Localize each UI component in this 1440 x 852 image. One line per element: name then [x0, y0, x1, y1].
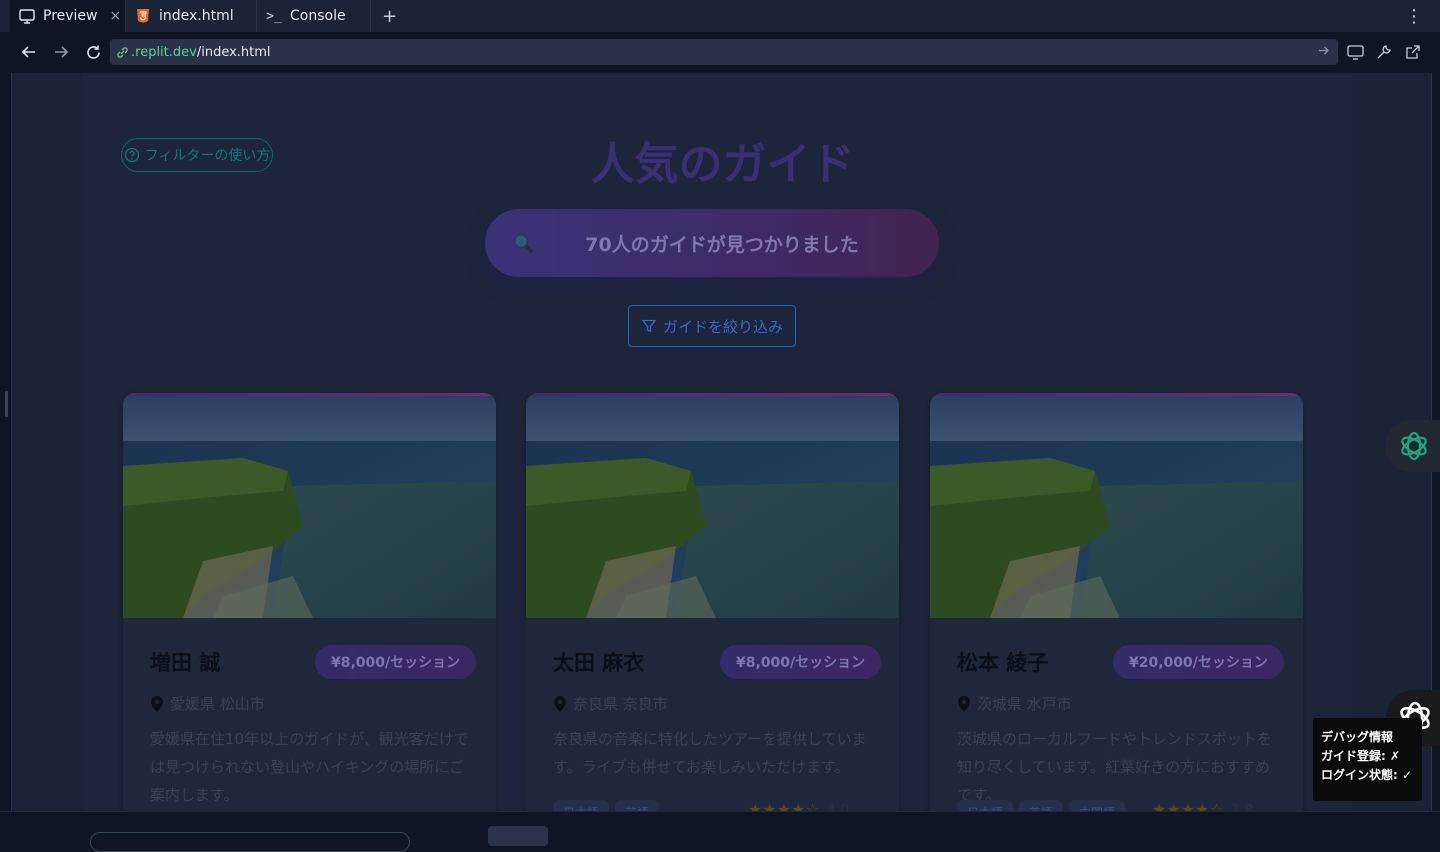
reload-icon[interactable]: [82, 41, 104, 63]
url-bar: .replit.dev /index.html: [0, 32, 1440, 73]
tab-index-html[interactable]: index.html: [126, 0, 256, 32]
funnel-icon: [641, 318, 657, 334]
terminal-icon: >_: [266, 8, 282, 24]
open-external-icon[interactable]: [1402, 41, 1424, 63]
guide-card[interactable]: 松本 綾子 ¥20,000/セッション 茨城県 水戸市 茨城県のローカルフードや…: [930, 393, 1303, 811]
back-icon[interactable]: [18, 41, 40, 63]
add-tab-button[interactable]: +: [382, 0, 402, 32]
rating-value: 3.8: [1229, 800, 1254, 812]
location-label: 茨城県 水戸市: [977, 695, 1072, 713]
tab-label: index.html: [159, 8, 234, 24]
coastal-cliff-photo: [930, 396, 1303, 618]
language-tags: 日本語 英語: [553, 800, 660, 811]
language-tag: 日本語: [553, 800, 610, 811]
devtools-wrench-icon[interactable]: [1373, 41, 1395, 63]
resize-handle[interactable]: [5, 391, 8, 417]
price-badge: ¥8,000/セッション: [315, 645, 477, 679]
search-results-banner: 70人のガイドが見つかりました: [485, 209, 939, 277]
language-tag: 英語: [1019, 800, 1064, 811]
debug-login-status: ログイン状態: ✓: [1321, 768, 1413, 782]
url-path: /index.html: [196, 44, 271, 60]
coastal-cliff-photo: [526, 396, 899, 618]
rating: ★★★★☆ 3.8: [1152, 800, 1254, 811]
preview-viewport: フィルターの使い方 人気のガイド 70人のガイドが見つかりました ガイドを絞り込…: [11, 73, 1432, 811]
url-field[interactable]: .replit.dev /index.html: [110, 39, 1338, 65]
star-rating: ★★★★☆: [1152, 800, 1224, 811]
location-label: 奈良県 奈良市: [573, 695, 668, 713]
tab-label: Console: [290, 8, 346, 24]
rating: ★★★★☆ 4.0: [748, 800, 850, 811]
guide-location: 奈良県 奈良市: [553, 693, 668, 714]
debug-panel: デバッグ情報 ガイド登録: ✗ ログイン状態: ✓: [1313, 718, 1422, 801]
coastal-cliff-photo: [123, 396, 496, 618]
guide-location: 茨城県 水戸市: [957, 693, 1072, 714]
filter-guides-button[interactable]: ガイドを絞り込み: [628, 305, 796, 347]
map-pin-icon: [150, 695, 164, 713]
link-icon: [116, 46, 129, 59]
forward-icon[interactable]: [50, 41, 72, 63]
magnifier-icon: [511, 231, 535, 259]
guide-description: 茨城県のローカルフードやトレンドスポットを知り尽くしています。紅葉好きの方におす…: [957, 730, 1273, 804]
openai-logo-icon: [1397, 429, 1431, 463]
close-icon[interactable]: ×: [110, 8, 122, 24]
bottom-bar: [0, 811, 1440, 852]
tab-label: Preview: [43, 8, 98, 24]
star-rating: ★★★★☆: [748, 800, 820, 811]
guide-name: 太田 麻衣: [553, 651, 645, 675]
guide-description: 奈良県の音楽に特化したツアーを提供しています。ライブも併せてお楽しみいただけます…: [553, 730, 867, 776]
tab-divider: [370, 0, 371, 32]
left-pane-edge: [0, 73, 11, 811]
language-tag: 日本語: [957, 800, 1014, 811]
guide-name: 増田 誠: [150, 651, 221, 675]
debug-guide-registration: ガイド登録: ✗: [1321, 749, 1401, 763]
map-pin-icon: [957, 695, 971, 713]
location-label: 愛媛県 松山市: [170, 695, 265, 713]
guide-name: 松本 綾子: [957, 651, 1049, 675]
results-count-text: 70人のガイドが見つかりました: [585, 233, 859, 256]
tab-bar: Preview × index.html >_ Console + ⋮: [0, 0, 1440, 32]
tab-menu-icon[interactable]: ⋮: [1405, 0, 1423, 32]
devices-icon[interactable]: [1344, 41, 1366, 63]
html5-icon: [134, 7, 152, 25]
bottom-input-pill[interactable]: [90, 832, 410, 852]
guide-card[interactable]: 太田 麻衣 ¥8,000/セッション 奈良県 奈良市 奈良県の音楽に特化したツア…: [526, 393, 899, 811]
url-domain: .replit.dev: [131, 44, 197, 60]
bottom-button[interactable]: [488, 826, 548, 846]
language-tags: 日本語 英語 中国語: [957, 800, 1126, 811]
monitor-icon: [18, 7, 36, 25]
guide-card[interactable]: 増田 誠 ¥8,000/セッション 愛媛県 松山市 愛媛県在住10年以上のガイド…: [123, 393, 496, 811]
page-title: 人気のガイド: [590, 139, 855, 190]
language-tag: 中国語: [1069, 800, 1126, 811]
price-badge: ¥8,000/セッション: [720, 645, 882, 679]
tab-console[interactable]: >_ Console: [257, 0, 370, 32]
go-arrow-icon[interactable]: [1317, 44, 1330, 57]
debug-title: デバッグ情報: [1321, 730, 1394, 744]
map-pin-icon: [553, 695, 567, 713]
language-tag: 英語: [615, 800, 660, 811]
guide-location: 愛媛県 松山市: [150, 693, 265, 714]
filter-guides-label: ガイドを絞り込み: [662, 317, 783, 336]
price-badge: ¥20,000/セッション: [1113, 645, 1284, 679]
tab-preview[interactable]: Preview ×: [10, 0, 125, 32]
chatgpt-sidebar-button[interactable]: [1385, 420, 1440, 472]
guide-description: 愛媛県在住10年以上のガイドが、観光客だけでは見つけられない登山やハイキングの場…: [150, 730, 469, 804]
rating-value: 4.0: [825, 800, 850, 812]
